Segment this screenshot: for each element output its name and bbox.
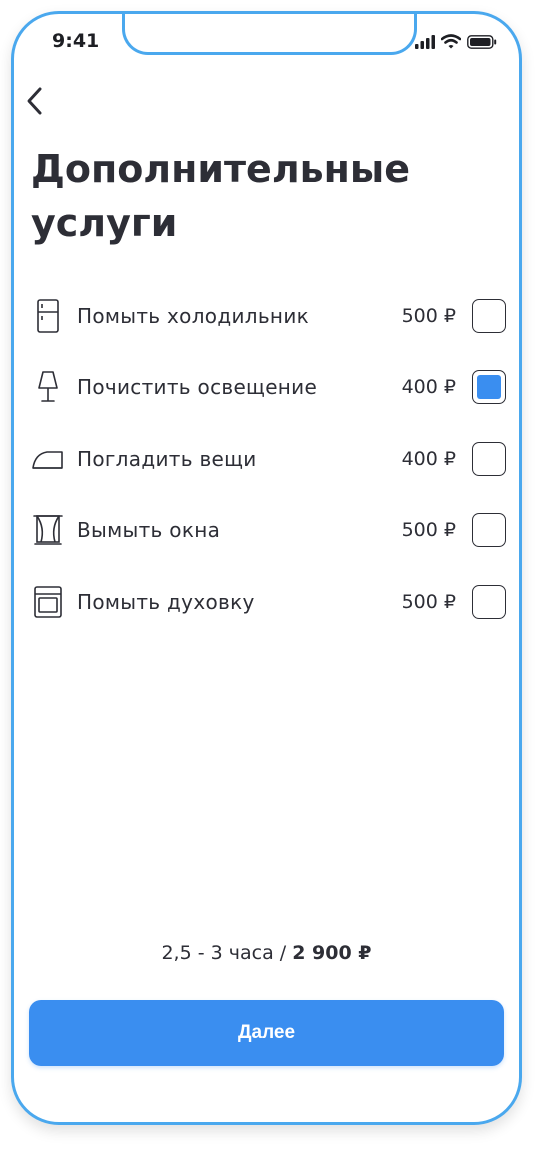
service-price: 500 ₽ <box>401 590 456 613</box>
service-row-windows[interactable]: Вымыть окна 500 ₽ <box>31 495 506 567</box>
status-icons <box>415 34 497 53</box>
service-checkbox[interactable] <box>472 298 506 333</box>
oven-icon <box>31 585 65 619</box>
window-icon <box>31 513 65 547</box>
service-row-oven[interactable]: Помыть духовку 500 ₽ <box>31 566 506 638</box>
checkbox-fill <box>477 375 501 400</box>
lamp-icon <box>31 370 65 404</box>
service-checkbox[interactable] <box>472 441 506 476</box>
service-price: 500 ₽ <box>401 519 456 542</box>
service-checkbox-checked[interactable] <box>472 370 506 405</box>
service-price: 400 ₽ <box>401 376 456 399</box>
wifi-icon <box>440 34 462 53</box>
service-checkbox[interactable] <box>472 513 506 548</box>
service-row-fridge[interactable]: Помыть холодильник 500 ₽ <box>31 280 506 352</box>
duration-text: 2,5 - 3 часа / <box>161 942 293 964</box>
service-checkbox[interactable] <box>472 584 506 619</box>
status-time: 9:41 <box>52 30 100 52</box>
service-row-lighting[interactable]: Почистить освещение 400 ₽ <box>31 352 506 424</box>
order-summary: 2,5 - 3 часа / 2 900 ₽ <box>14 942 519 964</box>
signal-icon <box>415 34 435 53</box>
battery-icon <box>467 34 497 53</box>
phone-notch <box>122 14 417 55</box>
iron-icon <box>31 442 65 476</box>
service-row-ironing[interactable]: Погладить вещи 400 ₽ <box>31 423 506 495</box>
page-title-line2: услуги <box>31 201 178 245</box>
page-title: Дополнительные услуги <box>31 142 501 250</box>
service-price: 500 ₽ <box>401 304 456 327</box>
service-label: Помыть холодильник <box>77 303 309 328</box>
back-button[interactable] <box>18 86 52 120</box>
total-price: 2 900 ₽ <box>292 942 372 964</box>
next-button[interactable]: Далее <box>29 1000 504 1066</box>
service-price: 400 ₽ <box>401 447 456 470</box>
fridge-icon <box>31 298 65 333</box>
chevron-left-icon <box>25 86 45 120</box>
service-label: Погладить вещи <box>77 446 257 471</box>
service-label: Вымыть окна <box>77 518 221 543</box>
services-list: Помыть холодильник 500 ₽ Почистить освещ… <box>31 280 506 638</box>
service-label: Помыть духовку <box>77 589 255 614</box>
page-title-line1: Дополнительные <box>31 147 411 191</box>
service-label: Почистить освещение <box>77 375 318 400</box>
phone-frame: 9:41 Дополнительные услуги Помыть холоди… <box>11 11 522 1125</box>
